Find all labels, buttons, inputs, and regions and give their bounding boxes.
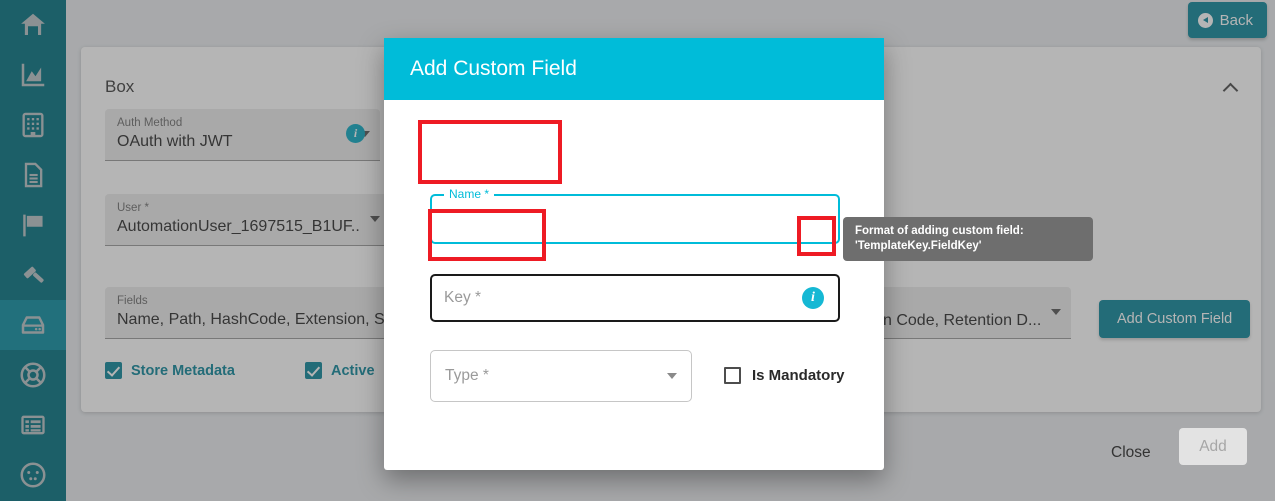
- checkbox-unchecked-icon[interactable]: [724, 367, 741, 384]
- name-field-wrapper[interactable]: Name *: [430, 187, 840, 244]
- screen: Back Box Auth Method OAuth with JWT i Us…: [0, 0, 1275, 501]
- key-format-tooltip: Format of adding custom field: 'Template…: [843, 217, 1093, 261]
- is-mandatory-checkbox[interactable]: Is Mandatory: [724, 367, 845, 384]
- chevron-down-icon: [667, 373, 677, 379]
- dialog-header: Add Custom Field: [384, 38, 884, 100]
- dialog-title: Add Custom Field: [410, 57, 577, 80]
- close-button[interactable]: Close: [1099, 436, 1163, 470]
- is-mandatory-label: Is Mandatory: [752, 367, 845, 384]
- key-input[interactable]: [432, 276, 802, 320]
- key-field-wrapper[interactable]: i: [430, 274, 840, 322]
- info-icon[interactable]: i: [802, 287, 824, 309]
- type-select-placeholder: Type *: [445, 367, 489, 384]
- dialog-body: Name * i Type * Is Mandatory: [384, 100, 884, 470]
- add-custom-field-dialog: Add Custom Field Name * i Type * Is Mand…: [384, 38, 1247, 470]
- add-button: Add: [1179, 428, 1247, 465]
- name-field-label: Name *: [444, 187, 495, 201]
- name-input[interactable]: [432, 196, 838, 242]
- type-select[interactable]: Type *: [430, 350, 692, 402]
